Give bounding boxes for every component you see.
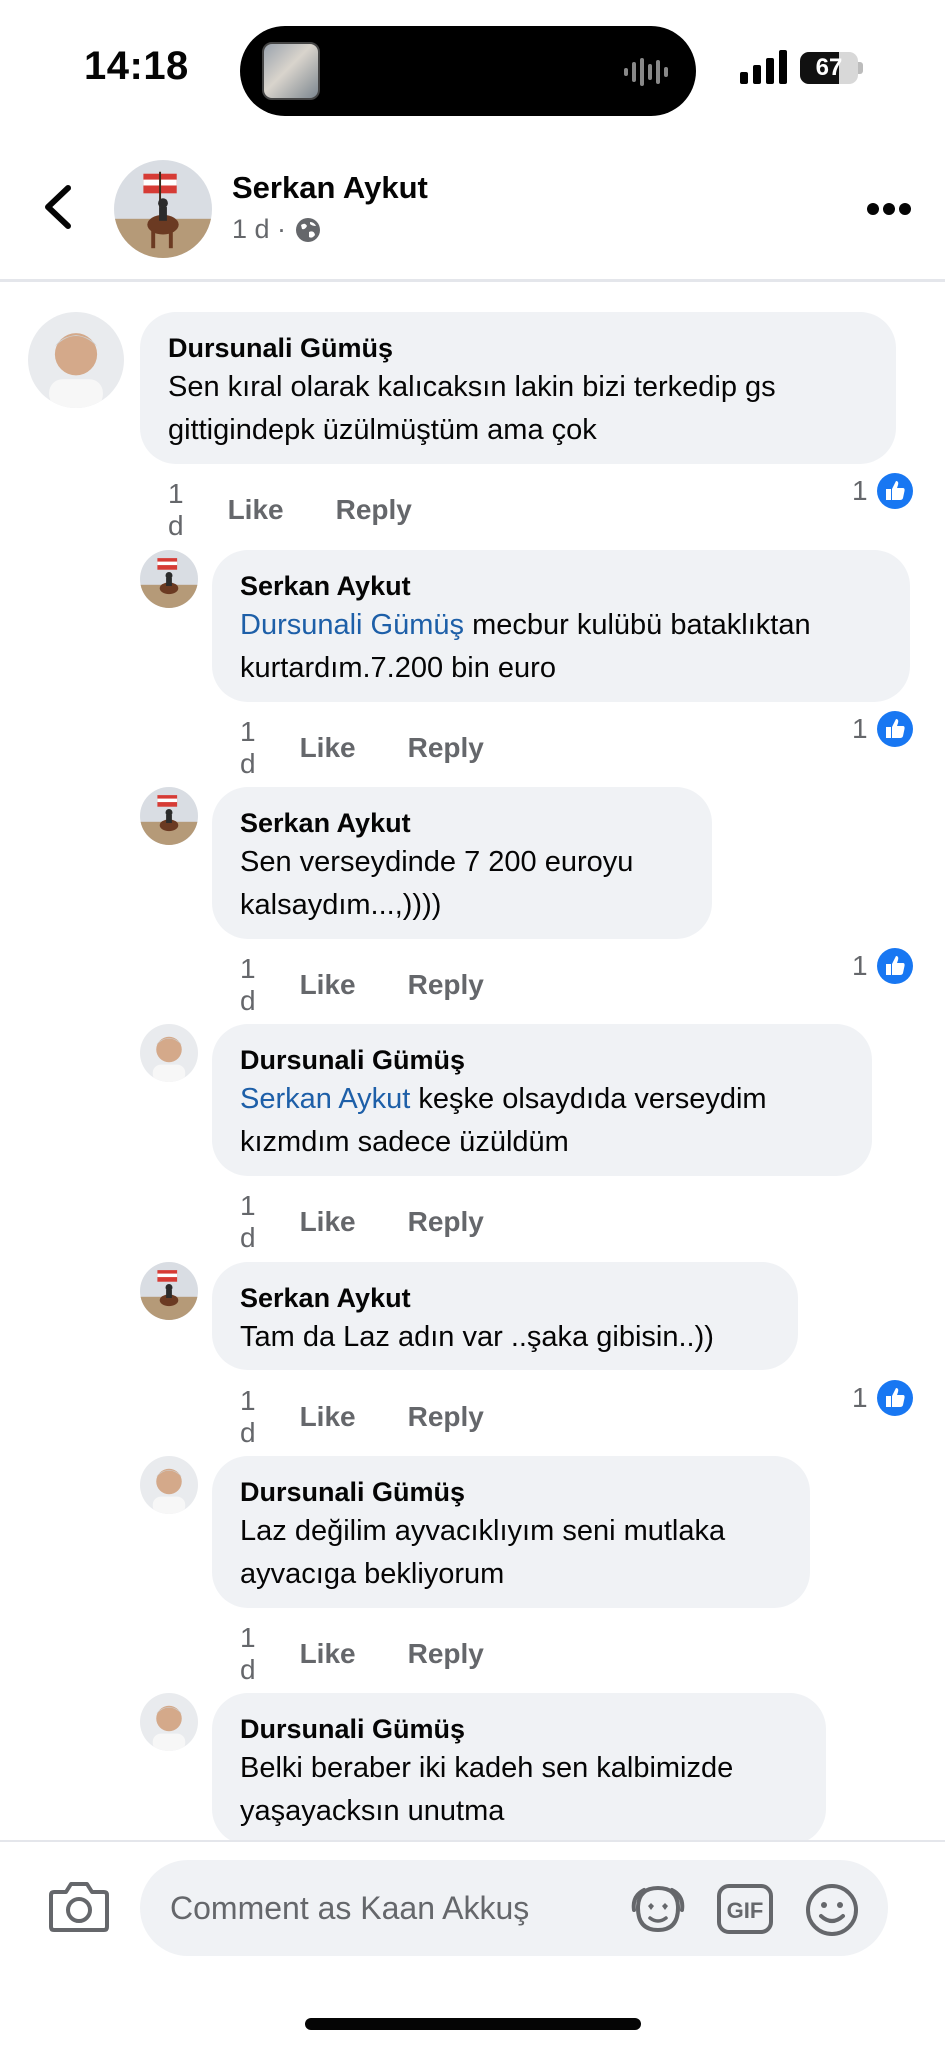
comment-author[interactable]: Serkan Aykut: [240, 1280, 770, 1316]
post-meta: 1 d ·: [232, 214, 322, 245]
reaction-count[interactable]: 1: [852, 472, 914, 510]
comment-body: Tam da Laz adın var ..şaka gibisin..)): [240, 1321, 714, 1353]
comment-author[interactable]: Dursunali Gümüş: [240, 1711, 798, 1747]
comment-bubble[interactable]: Serkan Aykut Sen verseydinde 7 200 euroy…: [212, 787, 712, 939]
avatar[interactable]: [140, 1024, 198, 1082]
reply-button[interactable]: Reply: [408, 1206, 484, 1238]
like-button[interactable]: Like: [300, 1401, 356, 1433]
header-avatar[interactable]: [114, 160, 212, 258]
post-time: 1 d ·: [232, 214, 287, 244]
signal-icon: [740, 50, 787, 84]
comment-actions: 1 d Like Reply: [240, 716, 536, 780]
reply-button[interactable]: Reply: [408, 1638, 484, 1670]
post-header: Serkan Aykut 1 d ·: [0, 140, 945, 282]
comment-author[interactable]: Dursunali Gümüş: [168, 330, 868, 366]
comment-bubble[interactable]: Dursunali Gümüş Belki beraber iki kadeh …: [212, 1693, 826, 1845]
like-button[interactable]: Like: [300, 1206, 356, 1238]
comment-body: Sen kıral olarak kalıcaksın lakin bizi t…: [168, 371, 776, 446]
comment-text: Belki beraber iki kadeh sen kalbimizde y…: [240, 1747, 798, 1833]
comment-age: 1 d: [240, 716, 256, 779]
comment-author[interactable]: Serkan Aykut: [240, 568, 882, 604]
reply-button[interactable]: Reply: [336, 494, 412, 526]
avatar[interactable]: [140, 1262, 198, 1320]
comment-text: Tam da Laz adın var ..şaka gibisin..)): [240, 1316, 770, 1359]
reply-button[interactable]: Reply: [408, 1401, 484, 1433]
avatar[interactable]: [28, 312, 124, 408]
home-indicator[interactable]: [305, 2018, 641, 2030]
media-thumbnail: [262, 42, 320, 100]
comment-bubble[interactable]: Dursunali Gümüş Laz değilim ayvacıklıyım…: [212, 1456, 810, 1608]
comment-text: Serkan Aykut keşke olsaydıda verseydim k…: [240, 1078, 844, 1164]
reply-button[interactable]: Reply: [408, 969, 484, 1001]
comment-author[interactable]: Dursunali Gümüş: [240, 1042, 844, 1078]
comment-actions: 1 d Like Reply: [168, 478, 464, 542]
status-bar: 14:18 67: [0, 0, 945, 140]
comment-body: Sen verseydinde 7 200 euroyu kalsaydım..…: [240, 846, 634, 921]
avatar[interactable]: [140, 1456, 198, 1514]
status-time: 14:18: [84, 44, 189, 88]
comment-text: Sen verseydinde 7 200 euroyu kalsaydım..…: [240, 841, 684, 927]
reaction-count[interactable]: 1: [852, 710, 914, 748]
like-icon: [876, 711, 913, 747]
comment-bubble[interactable]: Dursunali Gümüş Serkan Aykut keşke olsay…: [212, 1024, 872, 1176]
avatar-sticker-icon[interactable]: [630, 1882, 686, 1936]
comment-actions: 1 d Like Reply: [240, 1622, 536, 1686]
battery-percent: 67: [815, 54, 843, 81]
reaction-count[interactable]: 1: [852, 1379, 914, 1417]
like-button[interactable]: Like: [300, 969, 356, 1001]
battery-cap: [858, 62, 863, 74]
like-button[interactable]: Like: [228, 494, 284, 526]
comment-actions: 1 d Like Reply: [240, 1190, 536, 1254]
post-author-name[interactable]: Serkan Aykut: [232, 170, 428, 206]
comment-body: Laz değilim ayvacıklıyım seni mutlaka ay…: [240, 1515, 726, 1590]
like-icon: [876, 948, 913, 984]
dynamic-island[interactable]: [240, 26, 696, 116]
reaction-count[interactable]: 1: [852, 947, 914, 985]
comment-actions: 1 d Like Reply: [240, 953, 536, 1017]
comment-text: Sen kıral olarak kalıcaksın lakin bizi t…: [168, 366, 868, 452]
mention-link[interactable]: Serkan Aykut: [240, 1083, 410, 1115]
mention-link[interactable]: Dursunali Gümüş: [240, 609, 464, 641]
comment-bubble[interactable]: Dursunali Gümüş Sen kıral olarak kalıcak…: [140, 312, 896, 464]
comment-bubble[interactable]: Serkan Aykut Dursunali Gümüş mecbur kulü…: [212, 550, 910, 702]
comment-age: 1 d: [240, 1622, 256, 1685]
comment-age: 1 d: [240, 953, 256, 1016]
globe-icon: [296, 217, 321, 242]
comment-text: Dursunali Gümüş mecbur kulübü bataklıkta…: [240, 604, 882, 690]
comment-author[interactable]: Dursunali Gümüş: [240, 1474, 782, 1510]
reaction-number: 1: [852, 475, 868, 506]
reaction-number: 1: [852, 1382, 868, 1413]
comment-bubble[interactable]: Serkan Aykut Tam da Laz adın var ..şaka …: [212, 1262, 798, 1370]
like-button[interactable]: Like: [300, 732, 356, 764]
comment-age: 1 d: [240, 1385, 256, 1448]
comment-age: 1 d: [240, 1190, 256, 1253]
gif-icon[interactable]: GIF: [716, 1882, 774, 1936]
avatar[interactable]: [140, 1693, 198, 1751]
emoji-icon[interactable]: [804, 1882, 860, 1938]
comment-input[interactable]: [170, 1860, 610, 1956]
like-icon: [876, 1380, 913, 1416]
gif-label: GIF: [727, 1898, 764, 1923]
audio-wave-icon: [624, 58, 668, 86]
comment-actions: 1 d Like Reply: [240, 1385, 536, 1449]
comment-composer: GIF: [0, 1840, 945, 2048]
comment-age: 1 d: [168, 478, 184, 541]
avatar[interactable]: [140, 550, 198, 608]
battery-icon: 67: [800, 52, 858, 84]
comment-text: Laz değilim ayvacıklıyım seni mutlaka ay…: [240, 1510, 782, 1596]
comment-body: Belki beraber iki kadeh sen kalbimizde y…: [240, 1752, 734, 1827]
more-icon[interactable]: [866, 200, 912, 218]
reply-button[interactable]: Reply: [408, 732, 484, 764]
back-icon[interactable]: [40, 182, 76, 232]
avatar[interactable]: [140, 787, 198, 845]
reaction-number: 1: [852, 713, 868, 744]
comment-author[interactable]: Serkan Aykut: [240, 805, 684, 841]
camera-icon[interactable]: [48, 1878, 110, 1934]
reaction-number: 1: [852, 950, 868, 981]
comment-box[interactable]: GIF: [140, 1860, 888, 1956]
like-button[interactable]: Like: [300, 1638, 356, 1670]
like-icon: [876, 473, 913, 509]
